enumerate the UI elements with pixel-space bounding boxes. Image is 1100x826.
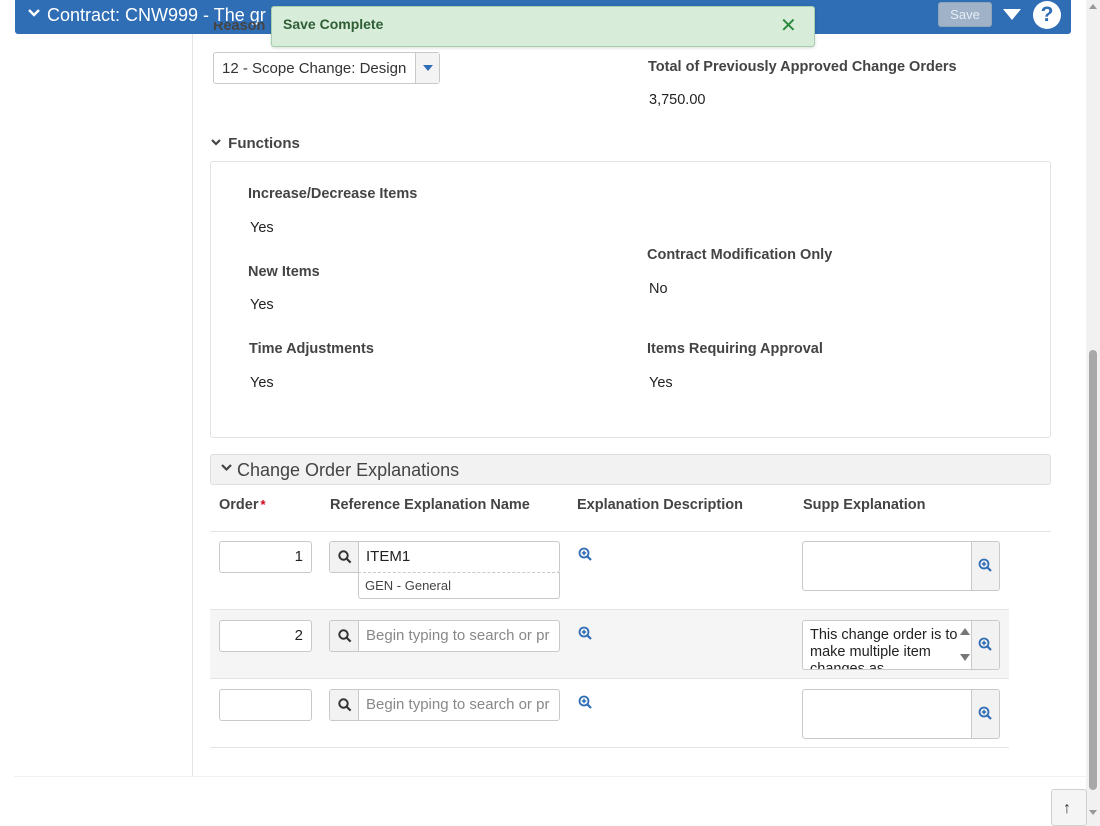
items-requiring-approval-value: Yes [649, 375, 673, 391]
increase-decrease-items-label: Increase/Decrease Items [248, 186, 418, 202]
time-adjustments-value: Yes [250, 375, 274, 391]
prev-approved-total-value: 3,750.00 [649, 92, 706, 108]
reason-dropdown-button[interactable] [415, 53, 439, 83]
order-input[interactable] [219, 689, 312, 721]
save-button[interactable]: Save [938, 2, 992, 27]
textarea-scroll-arrows[interactable] [959, 626, 971, 666]
order-input[interactable]: 1 [219, 541, 312, 573]
page-footer-divider [14, 776, 1086, 777]
scroll-down-icon[interactable] [960, 654, 970, 661]
order-header-label: Order [219, 497, 259, 513]
functions-heading: Functions [228, 135, 300, 152]
zoom-in-icon[interactable] [578, 695, 592, 714]
supp-explanation-field[interactable] [802, 541, 1000, 591]
search-icon[interactable] [330, 690, 359, 720]
reference-explanation-placeholder: Begin typing to search or pr [366, 627, 550, 644]
increase-decrease-items-value: Yes [250, 220, 274, 236]
vertical-scrollbar[interactable] [1086, 0, 1100, 826]
scrollbar-down-arrow-icon[interactable] [1089, 810, 1097, 815]
supp-zoom-button[interactable] [971, 542, 999, 590]
items-requiring-approval-label: Items Requiring Approval [647, 341, 823, 357]
search-icon[interactable] [330, 542, 359, 572]
supp-zoom-button[interactable] [971, 621, 999, 669]
save-complete-toast: Save Complete ✕ [271, 6, 815, 47]
functions-panel [210, 161, 1051, 438]
zoom-in-icon[interactable] [578, 626, 592, 645]
supp-explanation-field[interactable]: This change order is to make multiple it… [802, 620, 1000, 670]
reference-explanation-lookup[interactable]: Begin typing to search or pr [329, 620, 560, 652]
reason-select[interactable]: 12 - Scope Change: Design [213, 52, 440, 84]
reason-select-value: 12 - Scope Change: Design [222, 60, 407, 77]
change-order-explanations-heading: Change Order Explanations [237, 460, 460, 480]
help-icon[interactable]: ? [1033, 1, 1061, 29]
reason-label-clip: Reason [213, 22, 269, 34]
toast-message: Save Complete [283, 16, 384, 32]
change-order-explanations-header[interactable]: Change Order Explanations [210, 454, 1051, 485]
reference-explanation-placeholder: Begin typing to search or pr [366, 696, 550, 713]
scroll-up-icon[interactable] [960, 628, 970, 635]
reference-explanation-value: ITEM1 [366, 548, 411, 565]
row-divider [210, 678, 1009, 679]
scrollbar-thumb[interactable] [1089, 350, 1097, 790]
search-icon[interactable] [330, 621, 359, 651]
scrollbar-up-arrow-icon[interactable] [1089, 4, 1097, 9]
chevron-down-icon [210, 135, 224, 152]
scroll-to-top-button[interactable]: ↑ [1051, 789, 1087, 826]
contract-modification-only-label: Contract Modification Only [647, 247, 833, 263]
toast-close-icon[interactable]: ✕ [780, 16, 797, 36]
new-items-value: Yes [250, 297, 274, 313]
header-divider [210, 531, 1051, 532]
chevron-down-icon [220, 461, 233, 479]
supp-explanation-text: This change order is to make multiple it… [810, 627, 958, 670]
column-header-explanation-description[interactable]: Explanation Description [577, 497, 743, 513]
reference-explanation-lookup[interactable]: ITEM1 [329, 541, 560, 573]
time-adjustments-label: Time Adjustments [249, 341, 374, 357]
order-input[interactable]: 2 [219, 620, 312, 652]
reference-explanation-description: GEN - General [358, 572, 560, 599]
supp-explanation-field[interactable] [802, 689, 1000, 739]
column-header-reference-explanation-name[interactable]: Reference Explanation Name [330, 497, 530, 513]
supp-zoom-button[interactable] [971, 690, 999, 738]
actions-menu-caret-icon[interactable] [1003, 9, 1021, 20]
row-divider [210, 747, 1009, 748]
new-items-label: New Items [248, 264, 320, 280]
caret-down-icon [423, 65, 433, 71]
reason-label: Reason [213, 22, 266, 34]
collapse-chevron-icon[interactable] [27, 6, 41, 25]
arrow-up-icon: ↑ [1063, 800, 1071, 817]
reference-explanation-lookup[interactable]: Begin typing to search or pr [329, 689, 560, 721]
contract-modification-only-value: No [649, 281, 668, 297]
column-header-order[interactable]: Order * [219, 497, 266, 513]
zoom-in-icon[interactable] [578, 547, 592, 566]
required-marker: * [260, 497, 266, 512]
prev-approved-total-label: Total of Previously Approved Change Orde… [648, 59, 957, 75]
column-header-supp-explanation[interactable]: Supp Explanation [803, 497, 925, 513]
functions-section-header[interactable]: Functions [210, 135, 300, 152]
